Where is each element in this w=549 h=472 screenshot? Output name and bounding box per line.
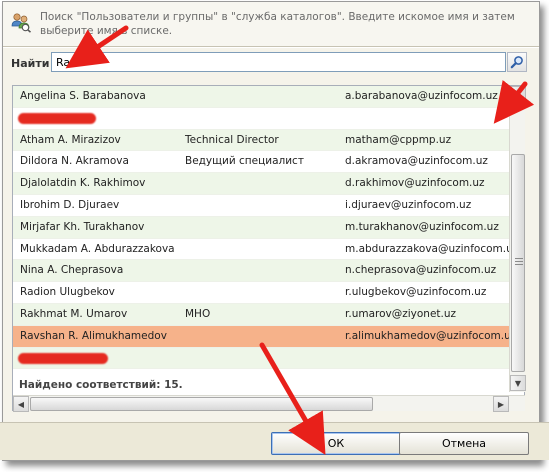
cell-name: Rakhmat M. Umarov [20, 307, 128, 320]
table-row[interactable] [13, 347, 509, 370]
redacted-entry [18, 352, 108, 364]
table-row[interactable]: Atham A. Mirazizov Technical Director math… [13, 129, 509, 152]
match-count: Найдено соответствий: 15. [19, 379, 183, 391]
scroll-up-button[interactable]: ▲ [510, 86, 526, 102]
cell-title: MHO [185, 307, 211, 320]
table-row[interactable]: Dildora N. Akramova Ведущий специалист d.a… [13, 151, 509, 174]
cell-email: n.cheprasova@uzinfocom.uz [345, 264, 497, 277]
table-row[interactable]: Nina A. Cheprasova n.cheprasova@uzinfocom… [13, 260, 509, 283]
cell-email: r.ulugbekov@uzinfocom.uz [345, 286, 487, 299]
search-button[interactable] [507, 52, 527, 72]
cell-email: r.umarov@ziyonet.uz [345, 307, 457, 320]
cell-name: Atham A. Mirazizov [20, 133, 121, 146]
cell-email: m.turakhanov@uzinfocom.uz [345, 220, 499, 233]
redacted-entry [18, 112, 96, 124]
scroll-right-button[interactable]: ▶ [493, 396, 509, 412]
cell-name: Djalolatdin K. Rakhimov [20, 177, 146, 190]
horizontal-scrollbar[interactable]: ◀ ▶ [13, 395, 525, 412]
dialog-instructions: Поиск "Пользователи и группы" в "служба … [40, 11, 515, 37]
horizontal-scroll-thumb[interactable] [30, 397, 373, 411]
cell-name: Mukkadam A. Abdurazzakova [20, 242, 175, 255]
table-row[interactable]: Mukkadam A. Abdurazzakova m.abdurazzakova… [13, 238, 509, 261]
cell-name: Nina A. Cheprasova [20, 264, 124, 277]
table-row[interactable]: Ravshan R. Alimukhamedov r.alimukhamedov@… [13, 325, 509, 348]
cell-email: d.rakhimov@uzinfocom.uz [345, 177, 485, 190]
cell-email: d.akramova@uzinfocom.uz [345, 155, 488, 168]
cell-email: i.djuraev@uzinfocom.uz [345, 198, 472, 211]
results-list[interactable]: Angelina S. Barabanova a.barabanova@uzinf… [12, 85, 526, 412]
cell-name: Radion Ulugbekov [20, 286, 115, 299]
cell-email: a.barabanova@uzinfocom.uz [345, 90, 498, 102]
cell-title: Ведущий специалист [185, 155, 304, 168]
magnifier-icon [510, 56, 523, 69]
cell-title: Technical Director [185, 133, 279, 146]
scroll-down-button[interactable]: ▼ [510, 375, 526, 391]
table-row[interactable]: Djalolatdin K. Rakhimov d.rakhimov@uzinfo… [13, 173, 509, 195]
cell-name: Angelina S. Barabanova [20, 90, 146, 102]
cell-name: Ibrohim D. Djuraev [20, 198, 120, 211]
ok-button[interactable]: ОК [271, 432, 401, 455]
results-rows: Angelina S. Barabanova a.barabanova@uzinf… [13, 86, 509, 376]
table-row[interactable]: Ibrohim D. Djuraev i.djuraev@uzinfocom.uz [13, 194, 509, 217]
dialog-header: Поиск "Пользователи и группы" в "служба … [3, 2, 539, 46]
cell-name: Dildora N. Akramova [20, 155, 129, 168]
vertical-scrollbar[interactable]: ▲ ▼ [509, 86, 526, 392]
cell-name: Ravshan R. Alimukhamedov [20, 329, 167, 342]
table-row[interactable]: Angelina S. Barabanova a.barabanova@uzinf… [13, 86, 509, 108]
table-row[interactable]: Rakhmat M. Umarov MHO r.umarov@ziyonet.uz [13, 303, 509, 326]
find-label: Найти [11, 57, 50, 70]
cancel-button[interactable]: Отмена [399, 432, 529, 455]
cell-email: r.alimukhamedov@uzinfocom.uz [345, 329, 509, 342]
cell-email: m.abdurazzakova@uzinfocom.uz [345, 242, 509, 255]
users-groups-icon [11, 13, 32, 33]
cell-name: Mirjafar Kh. Turakhanov [20, 220, 145, 233]
search-input[interactable] [51, 52, 506, 72]
scroll-left-button[interactable]: ◀ [13, 396, 29, 412]
table-row[interactable]: Mirjafar Kh. Turakhanov m.turakhanov@uzin… [13, 216, 509, 239]
header-divider [3, 46, 539, 48]
table-row[interactable]: Radion Ulugbekov r.ulugbekov@uzinfocom.uz [13, 282, 509, 304]
vertical-scroll-thumb[interactable] [511, 154, 525, 372]
cell-email: matham@cppmp.uz [345, 133, 452, 146]
table-row[interactable] [13, 107, 509, 130]
